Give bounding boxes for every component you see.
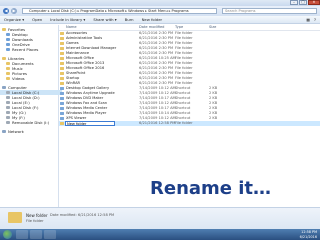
folder-icon [2, 86, 6, 89]
folder-icon [60, 67, 64, 70]
system-clock[interactable]: 12:58 PM 6/21/2016 [300, 230, 317, 239]
search-input[interactable]: Search Programs [222, 8, 317, 14]
include-in-library-button[interactable]: Include in library ▾ [50, 17, 85, 22]
column-header-type[interactable]: Type [175, 25, 183, 30]
folder-icon [6, 111, 10, 114]
folder-icon [60, 47, 64, 50]
taskbar-app[interactable] [16, 230, 28, 239]
folder-icon [60, 72, 64, 75]
start-button[interactable] [3, 230, 12, 239]
close-button[interactable]: ✕ [308, 0, 320, 5]
breadcrumb-item[interactable]: Computer [29, 9, 47, 13]
shortcut-icon [60, 112, 64, 115]
folder-icon [60, 32, 64, 35]
folder-icon [60, 122, 64, 125]
navigation-pane: Favorites Desktop Downloads OneDrive Recent … [0, 25, 62, 207]
rename-input[interactable] [65, 121, 115, 126]
folder-icon [60, 62, 64, 65]
sidebar-item-label: Network [8, 129, 24, 134]
list-item-renaming[interactable]: 6/21/2016 12:58 PMFile folder [59, 121, 320, 126]
folder-icon [6, 106, 10, 109]
breadcrumb-item[interactable]: Start Menu [148, 9, 168, 13]
chevron-right-icon: ▸ [77, 9, 80, 13]
sidebar-item[interactable]: Network [0, 129, 24, 134]
folder-icon [6, 48, 10, 51]
folder-icon [6, 72, 10, 75]
column-header-size[interactable]: Size [209, 25, 216, 30]
chevron-right-icon: ▸ [105, 9, 107, 13]
command-bar: Organize ▾ Open Include in library ▾ Sha… [0, 16, 320, 24]
open-button[interactable]: Open [32, 17, 42, 22]
details-date: Date modified: 6/21/2016 12:58 PM [50, 213, 115, 217]
chevron-right-icon: ▸ [125, 9, 128, 13]
shortcut-icon [60, 102, 64, 105]
folder-icon [60, 37, 64, 40]
folder-icon [2, 130, 6, 133]
sidebar-item-label: Recent Places [12, 47, 39, 52]
taskbar-app[interactable] [30, 230, 42, 239]
folder-icon [60, 42, 64, 45]
folder-icon [2, 57, 6, 60]
overlay-caption: Rename it… [150, 178, 272, 199]
help-icon[interactable]: ? [314, 17, 316, 22]
sidebar-item[interactable]: Videos [0, 76, 25, 81]
file-list: Accessories 6/21/2016 2:30 PM File folder A… [59, 31, 320, 191]
share-with-button[interactable]: Share with ▾ [93, 17, 116, 22]
folder-icon [6, 38, 10, 41]
shortcut-icon [60, 107, 64, 110]
shortcut-icon [60, 97, 64, 100]
shortcut-icon [60, 87, 64, 90]
clock-date: 6/21/2016 [299, 234, 317, 239]
sidebar-item-label: Videos [12, 76, 25, 81]
details-name: New folder [26, 213, 48, 218]
cell-type: File folder [175, 121, 193, 125]
maximize-button[interactable]: □ [299, 0, 307, 5]
folder-icon [6, 67, 10, 70]
breadcrumb-item[interactable]: Windows [128, 9, 144, 13]
view-options-icon[interactable]: ▦ [306, 17, 310, 22]
chevron-right-icon: ▸ [145, 9, 147, 13]
taskbar-app[interactable] [44, 230, 56, 239]
sidebar-item-label: Removable Disk (I:) [12, 120, 50, 125]
chevron-right-icon: ▸ [168, 9, 171, 13]
column-header-date[interactable]: Date modified [139, 25, 164, 30]
folder-icon [6, 77, 10, 80]
folder-icon [60, 82, 64, 85]
breadcrumb[interactable]: Computer ▸ Local Disk (C:) ▸ ProgramData ▸ … [22, 8, 217, 14]
folder-icon [6, 33, 10, 36]
details-type: File folder [26, 219, 44, 223]
chevron-right-icon: ▸ [47, 9, 50, 13]
folder-icon [6, 121, 10, 124]
breadcrumb-item[interactable]: ProgramData [80, 9, 104, 13]
folder-icon [6, 101, 10, 104]
column-header-name[interactable]: Name [66, 25, 77, 30]
folder-icon [8, 212, 22, 223]
taskbar: 12:58 PM 6/21/2016 [0, 229, 320, 240]
breadcrumb-item[interactable]: Programs [172, 9, 189, 13]
folder-icon [6, 96, 10, 99]
back-button[interactable]: ◀ [3, 8, 9, 14]
folder-icon [6, 91, 10, 94]
sidebar-item[interactable]: Removable Disk (I:) [0, 120, 49, 125]
minimize-button[interactable]: – [290, 0, 298, 5]
forward-button[interactable]: ▶ [11, 8, 17, 14]
folder-icon [6, 116, 10, 119]
shortcut-icon [60, 92, 64, 95]
new-folder-button[interactable]: New folder [142, 17, 163, 22]
organize-button[interactable]: Organize ▾ [4, 17, 24, 22]
folder-icon [6, 43, 10, 46]
breadcrumb-item[interactable]: Local Disk (C:) [51, 9, 77, 13]
clock-time: 12:58 PM [301, 230, 317, 234]
folder-icon [60, 77, 64, 80]
folder-icon [60, 52, 64, 55]
folder-icon [60, 57, 64, 60]
folder-icon [6, 62, 10, 65]
sidebar-item[interactable]: Recent Places [0, 47, 38, 52]
breadcrumb-item[interactable]: Microsoft [108, 9, 124, 13]
folder-icon [2, 28, 6, 31]
burn-button[interactable]: Burn [125, 17, 134, 22]
shortcut-icon [60, 117, 64, 120]
cell-date: 6/21/2016 12:58 PM [139, 121, 176, 125]
details-pane: New folder Date modified: 6/21/2016 12:5… [0, 207, 320, 230]
